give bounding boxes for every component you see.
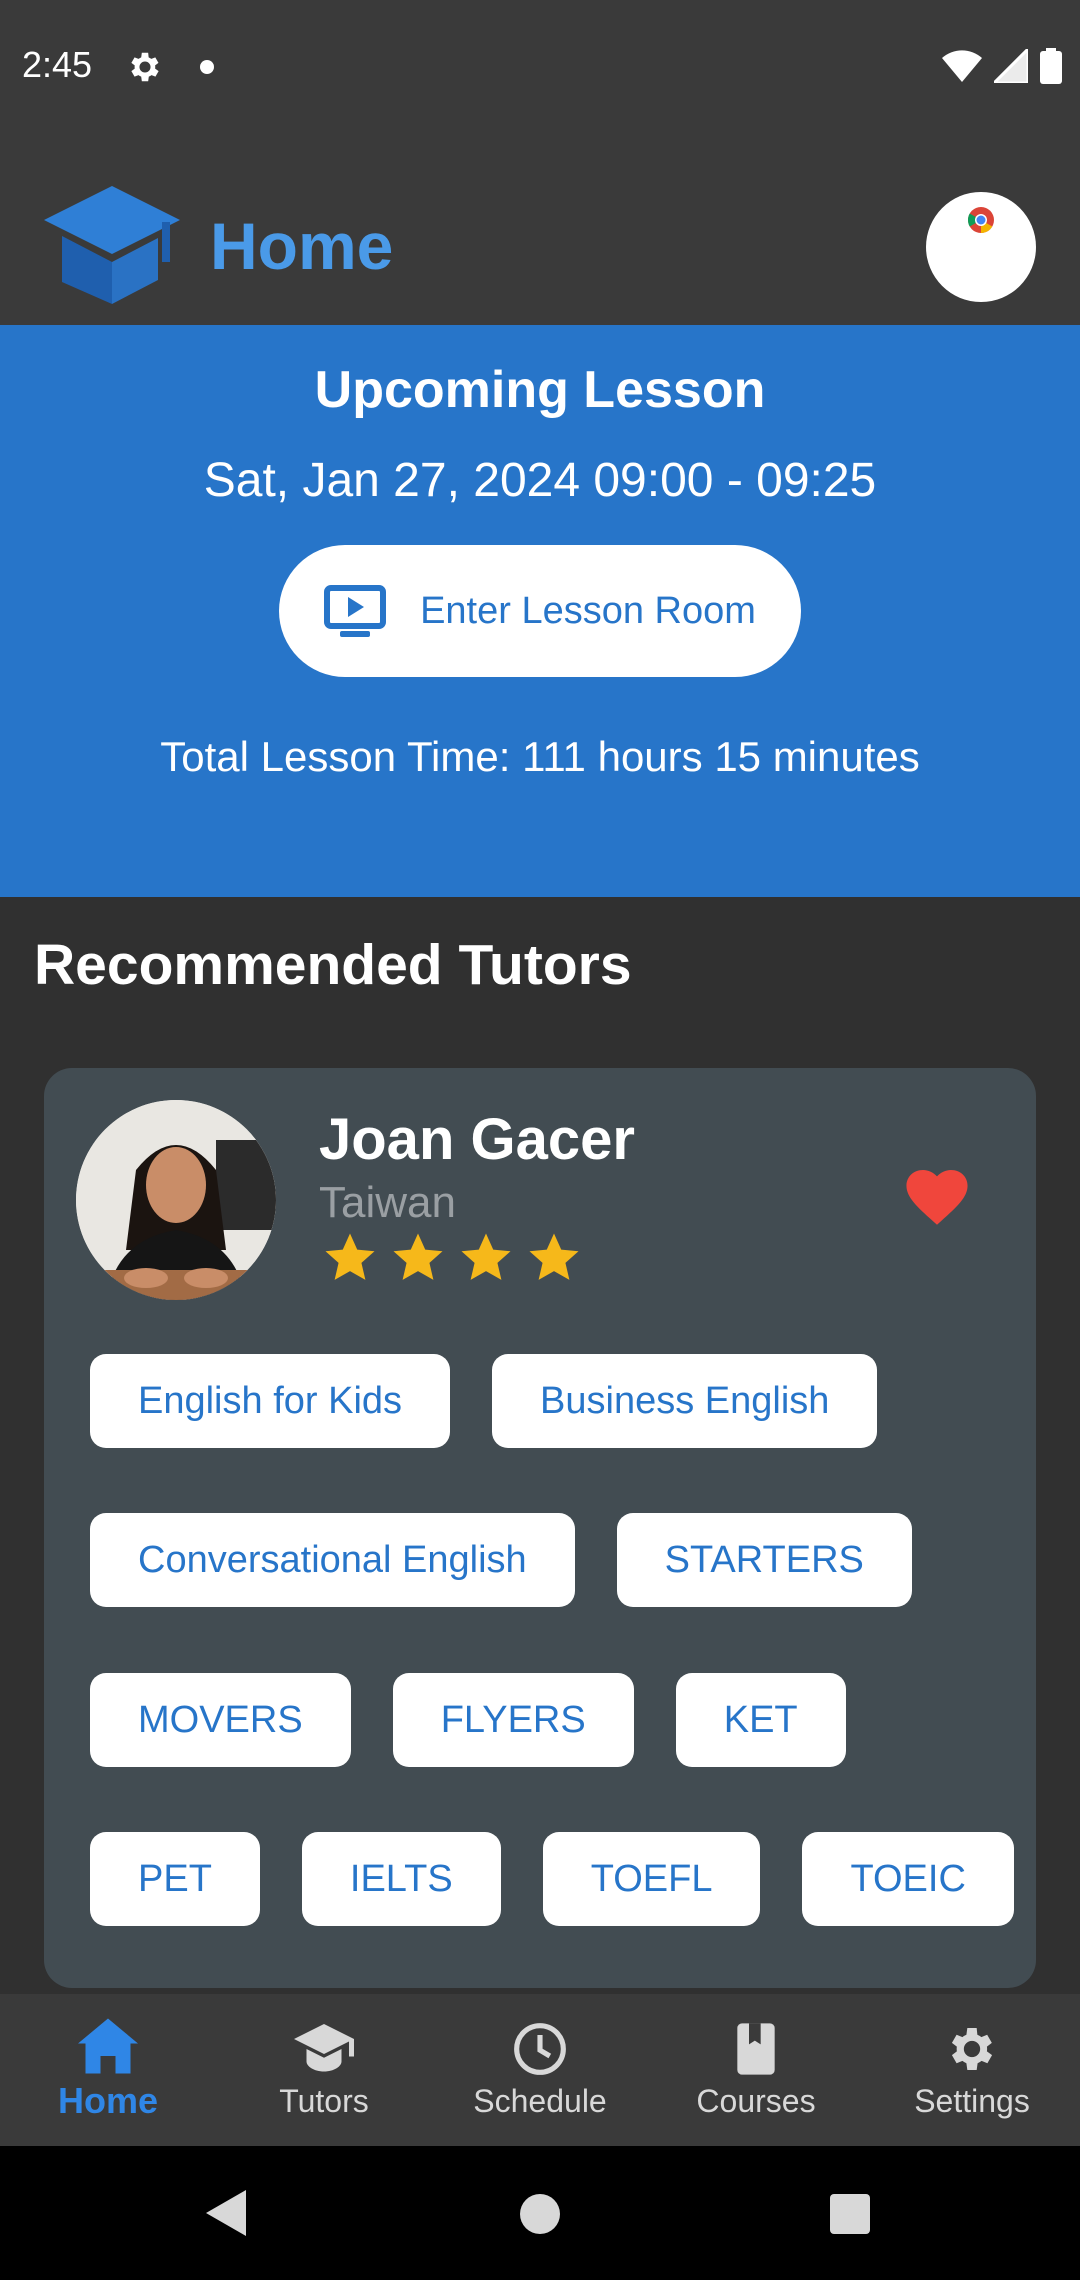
notification-dot-icon	[200, 60, 214, 74]
specialty-tag[interactable]: Conversational English	[90, 1513, 575, 1607]
tutor-rating	[322, 1230, 582, 1286]
chrome-icon	[967, 207, 994, 234]
home-circle-icon[interactable]	[520, 2194, 560, 2234]
back-icon[interactable]	[206, 2190, 246, 2236]
cell-signal-icon	[994, 49, 1028, 83]
specialty-tag[interactable]: TOEFL	[542, 1832, 761, 1926]
total-lesson-time: Total Lesson Time: 111 hours 15 minutes	[160, 733, 920, 780]
app-bar: Home	[0, 132, 1080, 325]
tutor-name: Joan Gacer	[319, 1107, 635, 1172]
home-icon	[78, 2018, 138, 2074]
bottom-navigation: Home Tutors Schedule Courses Settings	[0, 1994, 1080, 2146]
star-icon	[461, 1233, 511, 1280]
nav-label: Schedule	[473, 2082, 607, 2119]
recommended-tutors-heading: Recommended Tutors	[34, 933, 632, 997]
tag-row: PET IELTS TOEFL TOEIC	[90, 1832, 1014, 1926]
nav-label: Settings	[914, 2082, 1030, 2119]
nav-label: Home	[57, 2080, 159, 2121]
tutor-card[interactable]: Joan Gacer Taiwan English for Kids Busin…	[44, 1068, 1036, 1988]
tag-row: MOVERS FLYERS KET	[90, 1673, 846, 1767]
nav-item-settings[interactable]: Settings	[864, 1994, 1080, 2146]
tag-row: English for Kids Business English	[90, 1354, 878, 1448]
book-icon	[737, 2022, 775, 2075]
specialty-tag[interactable]: TOEIC	[802, 1832, 1014, 1926]
graduation-cap-icon	[294, 2023, 354, 2071]
specialty-tag[interactable]: Business English	[492, 1354, 878, 1448]
nav-item-courses[interactable]: Courses	[648, 1994, 864, 2146]
specialty-tag[interactable]: MOVERS	[90, 1673, 351, 1767]
star-icon	[393, 1233, 443, 1280]
specialty-tag[interactable]: IELTS	[301, 1832, 501, 1926]
nav-item-tutors[interactable]: Tutors	[216, 1994, 432, 2146]
specialty-tag[interactable]: KET	[675, 1673, 846, 1767]
upcoming-lesson-title: Upcoming Lesson	[314, 361, 766, 419]
settings-notification-icon	[131, 52, 159, 82]
tutor-photo-image	[76, 1100, 276, 1300]
nav-item-schedule[interactable]: Schedule	[432, 1994, 648, 2146]
clock-icon	[514, 2022, 566, 2075]
battery-icon	[1040, 48, 1062, 84]
specialty-tag[interactable]: English for Kids	[90, 1354, 451, 1448]
specialty-tag[interactable]: FLYERS	[392, 1673, 634, 1767]
graduation-cap-logo-icon	[44, 186, 180, 304]
specialty-tag[interactable]: STARTERS	[616, 1513, 912, 1607]
tutor-country: Taiwan	[319, 1178, 456, 1227]
status-bar: 2:45	[0, 0, 1080, 132]
page-title: Home	[210, 209, 394, 283]
enter-lesson-room-label: Enter Lesson Room	[420, 589, 756, 632]
specialty-tag[interactable]: PET	[90, 1832, 260, 1926]
profile-avatar-button[interactable]	[926, 192, 1036, 302]
system-navigation-bar	[0, 2146, 1080, 2280]
status-time: 2:45	[22, 44, 93, 85]
status-indicators	[942, 48, 1062, 84]
upcoming-lesson-banner: Upcoming Lesson Sat, Jan 27, 2024 09:00 …	[0, 325, 1080, 897]
gear-icon	[951, 2027, 993, 2070]
star-icon	[529, 1233, 579, 1280]
nav-item-home[interactable]: Home	[0, 1994, 216, 2146]
tutor-avatar[interactable]	[76, 1100, 276, 1300]
star-icon	[325, 1233, 375, 1280]
tag-row: Conversational English STARTERS	[90, 1513, 912, 1607]
nav-label: Tutors	[279, 2082, 369, 2119]
upcoming-lesson-datetime: Sat, Jan 27, 2024 09:00 - 09:25	[203, 454, 877, 507]
video-screen-icon	[324, 585, 387, 637]
wifi-icon	[942, 50, 982, 82]
enter-lesson-room-button[interactable]: Enter Lesson Room	[279, 545, 801, 677]
avatar-caption	[980, 238, 982, 245]
recent-apps-icon[interactable]	[830, 2194, 870, 2234]
favorite-heart-icon[interactable]	[906, 1170, 968, 1226]
nav-label: Courses	[696, 2082, 816, 2119]
